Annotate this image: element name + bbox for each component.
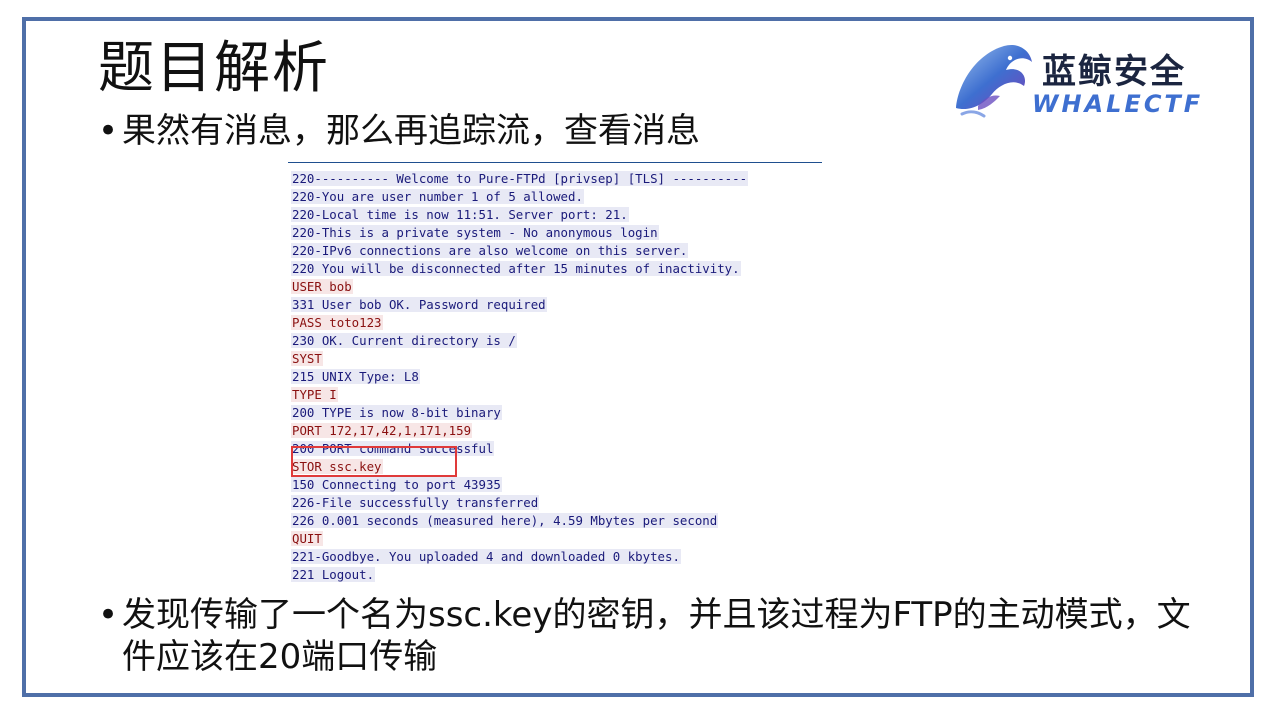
whale-icon	[956, 44, 1032, 118]
stor-highlight-box	[291, 446, 457, 477]
client-command-line: TYPE I	[291, 386, 748, 404]
client-command-line: USER bob	[291, 278, 748, 296]
server-response-line: 220-You are user number 1 of 5 allowed.	[291, 188, 748, 206]
stream-line-text: PORT 172,17,42,1,171,159	[291, 423, 473, 438]
server-response-line: 220 You will be disconnected after 15 mi…	[291, 260, 748, 278]
server-response-line: 230 OK. Current directory is /	[291, 332, 748, 350]
stream-line-text: TYPE I	[291, 387, 338, 402]
logo-en-text: WHALECTF	[1032, 90, 1204, 118]
server-response-line: 226-File successfully transferred	[291, 494, 748, 512]
whalectf-logo: 蓝鲸安全 WHALECTF	[948, 36, 1238, 120]
stream-line-text: 220-IPv6 connections are also welcome on…	[291, 243, 689, 258]
capture-top-rule	[288, 162, 822, 163]
server-response-line: 221-Goodbye. You uploaded 4 and download…	[291, 548, 748, 566]
bullet-marker: •	[98, 595, 119, 635]
stream-line-text: 220-Local time is now 11:51. Server port…	[291, 207, 629, 222]
slide-title: 题目解析	[98, 36, 330, 101]
server-response-line: 200 TYPE is now 8-bit binary	[291, 404, 748, 422]
server-response-line: 220---------- Welcome to Pure-FTPd [priv…	[291, 170, 749, 188]
bullet-2-text: 发现传输了一个名为ssc.key的密钥，并且该过程为FTP的主动模式，文件应该在…	[122, 595, 1191, 677]
server-response-line: 220-Local time is now 11:51. Server port…	[291, 206, 748, 224]
stream-line-text: 150 Connecting to port 43935	[291, 477, 502, 492]
server-response-line: 220-This is a private system - No anonym…	[291, 224, 748, 242]
stream-line-text: 230 OK. Current directory is /	[291, 333, 517, 348]
bullet-1: • 果然有消息，那么再追踪流，查看消息	[98, 110, 700, 152]
server-response-line: 220-IPv6 connections are also welcome on…	[291, 242, 748, 260]
stream-line-text: SYST	[291, 351, 323, 366]
client-command-line: PORT 172,17,42,1,171,159	[291, 422, 748, 440]
server-response-line: 226 0.001 seconds (measured here), 4.59 …	[291, 512, 748, 530]
client-command-line: QUIT	[291, 530, 748, 548]
logo-cn-text: 蓝鲸安全	[1042, 52, 1186, 92]
stream-line-text: 221-Goodbye. You uploaded 4 and download…	[291, 549, 681, 564]
bullet-1-text: 果然有消息，那么再追踪流，查看消息	[122, 111, 700, 151]
client-command-line: PASS toto123	[291, 314, 748, 332]
stream-line-text: 331 User bob OK. Password required	[291, 297, 547, 312]
bullet-2: • 发现传输了一个名为ssc.key的密钥，并且该过程为FTP的主动模式，文件应…	[98, 594, 1222, 678]
server-response-line: 215 UNIX Type: L8	[291, 368, 748, 386]
stream-line-text: 226-File successfully transferred	[291, 495, 540, 510]
ftp-stream-capture: 220---------- Welcome to Pure-FTPd [priv…	[288, 162, 822, 586]
stream-line-text: 220-You are user number 1 of 5 allowed.	[291, 189, 584, 204]
stream-line-text: 200 TYPE is now 8-bit binary	[291, 405, 502, 420]
stream-line-text: QUIT	[291, 531, 323, 546]
slide: 题目解析 • 果然有消息，那么再追踪流，查看消息 蓝鲸安全 WHALECTF 2…	[0, 0, 1280, 720]
ftp-stream-lines: 220---------- Welcome to Pure-FTPd [priv…	[291, 170, 749, 584]
stream-line-text: PASS toto123	[291, 315, 383, 330]
client-command-line: SYST	[291, 350, 748, 368]
server-response-line: 331 User bob OK. Password required	[291, 296, 748, 314]
stream-line-text: 220 You will be disconnected after 15 mi…	[291, 261, 741, 276]
stream-line-text: 226 0.001 seconds (measured here), 4.59 …	[291, 513, 719, 528]
stream-line-text: 220---------- Welcome to Pure-FTPd [priv…	[291, 171, 749, 186]
server-response-line: 150 Connecting to port 43935	[291, 476, 748, 494]
stream-line-text: USER bob	[291, 279, 353, 294]
stream-line-text: 221 Logout.	[291, 567, 376, 582]
bullet-marker: •	[98, 111, 119, 151]
server-response-line: 221 Logout.	[291, 566, 748, 584]
stream-line-text: 215 UNIX Type: L8	[291, 369, 420, 384]
stream-line-text: 220-This is a private system - No anonym…	[291, 225, 659, 240]
